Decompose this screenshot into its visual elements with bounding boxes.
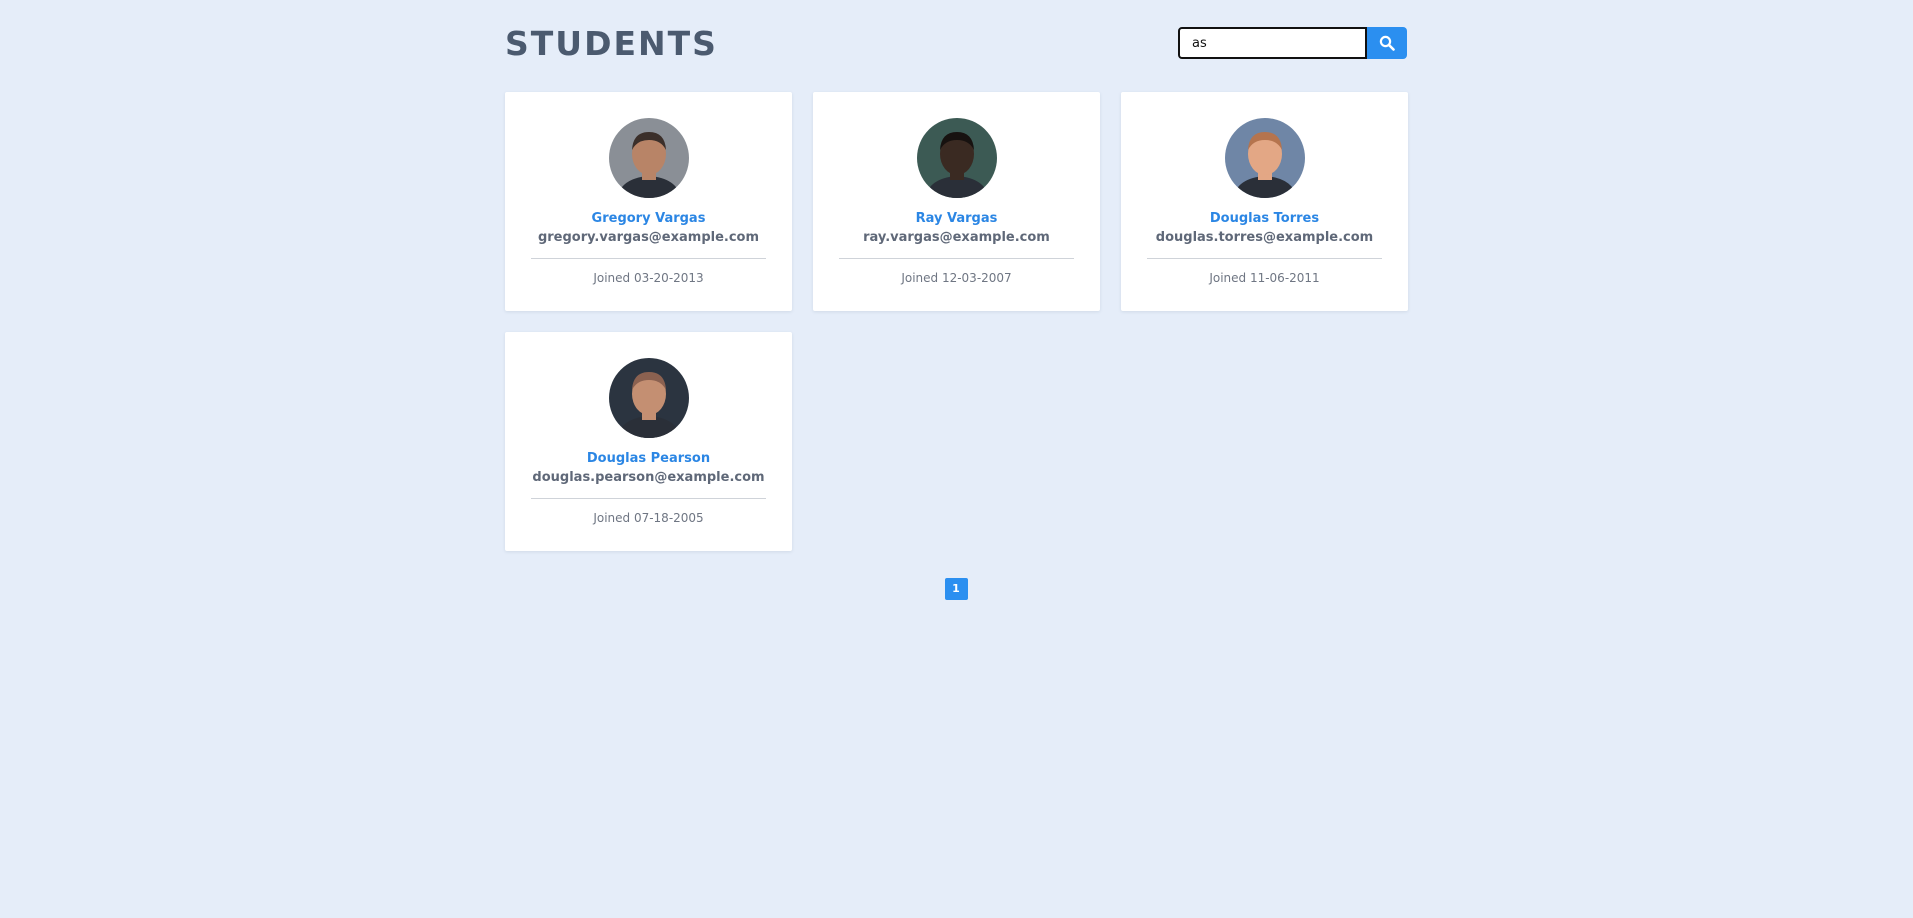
avatar bbox=[608, 118, 689, 198]
student-grid: Gregory Vargas gregory.vargas@example.co… bbox=[505, 92, 1408, 551]
joined-date: Joined 07-18-2005 bbox=[593, 511, 704, 525]
card-divider bbox=[839, 258, 1074, 259]
student-card[interactable]: Ray Vargas ray.vargas@example.com Joined… bbox=[813, 92, 1100, 311]
students-page: STUDENTS Gregory Vargas gregory.vargas@e… bbox=[505, 0, 1408, 600]
search-form bbox=[1178, 27, 1407, 59]
student-name[interactable]: Ray Vargas bbox=[813, 210, 1100, 228]
page-header: STUDENTS bbox=[505, 0, 1407, 92]
student-name[interactable]: Douglas Torres bbox=[1121, 210, 1408, 228]
student-card[interactable]: Douglas Pearson douglas.pearson@example.… bbox=[505, 332, 792, 551]
search-button[interactable] bbox=[1367, 27, 1407, 59]
student-name[interactable]: Douglas Pearson bbox=[505, 450, 792, 468]
search-icon bbox=[1379, 35, 1395, 51]
joined-date: Joined 11-06-2011 bbox=[1209, 271, 1320, 285]
pagination: 1 bbox=[505, 578, 1407, 600]
card-divider bbox=[531, 258, 766, 259]
card-divider bbox=[531, 498, 766, 499]
student-card[interactable]: Gregory Vargas gregory.vargas@example.co… bbox=[505, 92, 792, 311]
card-divider bbox=[1147, 258, 1382, 259]
joined-date: Joined 12-03-2007 bbox=[901, 271, 1012, 285]
page-button-1[interactable]: 1 bbox=[944, 578, 968, 600]
joined-date: Joined 03-20-2013 bbox=[593, 271, 704, 285]
student-email: gregory.vargas@example.com bbox=[537, 230, 760, 245]
student-photo bbox=[608, 358, 689, 438]
avatar bbox=[608, 358, 689, 438]
student-photo bbox=[1224, 118, 1305, 198]
student-email: douglas.pearson@example.com bbox=[532, 470, 765, 485]
student-email: ray.vargas@example.com bbox=[863, 230, 1050, 245]
avatar bbox=[1224, 118, 1305, 198]
student-email: douglas.torres@example.com bbox=[1155, 230, 1374, 245]
student-name[interactable]: Gregory Vargas bbox=[505, 210, 792, 228]
avatar bbox=[916, 118, 997, 198]
student-photo bbox=[916, 118, 997, 198]
search-input[interactable] bbox=[1178, 27, 1367, 59]
student-card[interactable]: Douglas Torres douglas.torres@example.co… bbox=[1121, 92, 1408, 311]
student-photo bbox=[608, 118, 689, 198]
page-title: STUDENTS bbox=[505, 24, 718, 63]
